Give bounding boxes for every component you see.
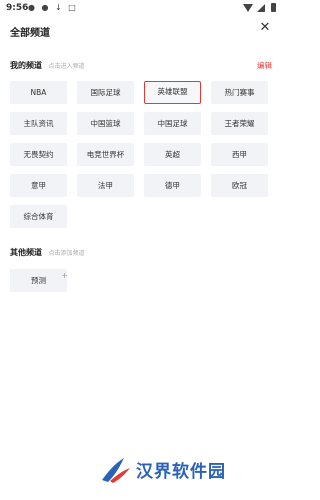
channel-label: 综合体育 [23,212,54,221]
channel-label: 国际足球 [90,88,121,97]
channel-chip[interactable]: 欧冠 [211,174,268,197]
channel-chip[interactable]: NBA [10,81,67,104]
page-title: 全部频道 [10,28,50,39]
watermark-text: 汉界软件园 [136,461,226,482]
status-bar: 9:56 ● ● ↓ □ [0,0,281,16]
edit-button[interactable]: 编辑 [257,60,272,71]
channel-chip[interactable]: 电竞世界杯 [77,143,134,166]
channel-chip[interactable]: 综合体育 [10,205,67,228]
my-channels-title: 我的频道 [10,61,42,70]
channel-label: 中国篮球 [90,119,121,128]
channel-label: 西甲 [232,150,247,159]
other-channels-title: 其他频道 [10,248,42,257]
channel-label: 英超 [165,150,180,159]
channel-label: 德甲 [165,181,180,190]
channel-label: 欧冠 [232,181,247,190]
add-icon[interactable]: + [61,264,68,287]
channel-chip[interactable]: 预测 + [10,269,68,292]
channel-chip[interactable]: 热门赛事 [211,81,268,104]
other-channels-header: 其他频道 点击添加频道 [10,247,85,258]
channel-chip[interactable]: 英雄联盟 [144,81,201,104]
notification-icons: ● ● ↓ □ [28,3,78,12]
channel-chip[interactable]: 主队资讯 [10,112,67,135]
channel-chip[interactable]: 意甲 [10,174,67,197]
channel-label: 预测 [31,276,46,285]
channel-label: 王者荣耀 [224,119,255,128]
channel-chip[interactable]: 法甲 [77,174,134,197]
channel-label: 热门赛事 [224,88,255,97]
channel-chip[interactable]: 王者荣耀 [211,112,268,135]
channel-label: 意甲 [31,181,46,190]
channel-chip[interactable]: 无畏契约 [10,143,67,166]
channel-label: 无畏契约 [23,150,54,159]
status-time: 9:56 [6,3,29,13]
wifi-icon [242,4,253,12]
signal-icon [257,4,266,12]
watermark: 汉界软件园 [98,454,226,484]
my-channels-header: 我的频道 点击进入频道 [10,60,85,71]
watermark-logo-icon [102,458,130,483]
channel-label: 英雄联盟 [157,87,188,96]
my-channels-hint: 点击进入频道 [48,63,85,70]
channel-chip[interactable]: 中国足球 [144,112,201,135]
channel-label: 电竞世界杯 [86,150,125,159]
channel-label: 法甲 [98,181,113,190]
channel-label: 中国足球 [157,119,188,128]
channel-label: NBA [30,88,47,97]
battery-icon [271,3,276,12]
channel-chip[interactable]: 德甲 [144,174,201,197]
channel-chip[interactable]: 英超 [144,143,201,166]
channel-label: 主队资讯 [23,119,54,128]
close-icon[interactable]: ✕ [257,20,273,36]
channel-chip[interactable]: 国际足球 [77,81,134,104]
channel-chip[interactable]: 中国篮球 [77,112,134,135]
other-channels-hint: 点击添加频道 [48,250,85,257]
system-icons [242,3,276,13]
channel-chip[interactable]: 西甲 [211,143,268,166]
